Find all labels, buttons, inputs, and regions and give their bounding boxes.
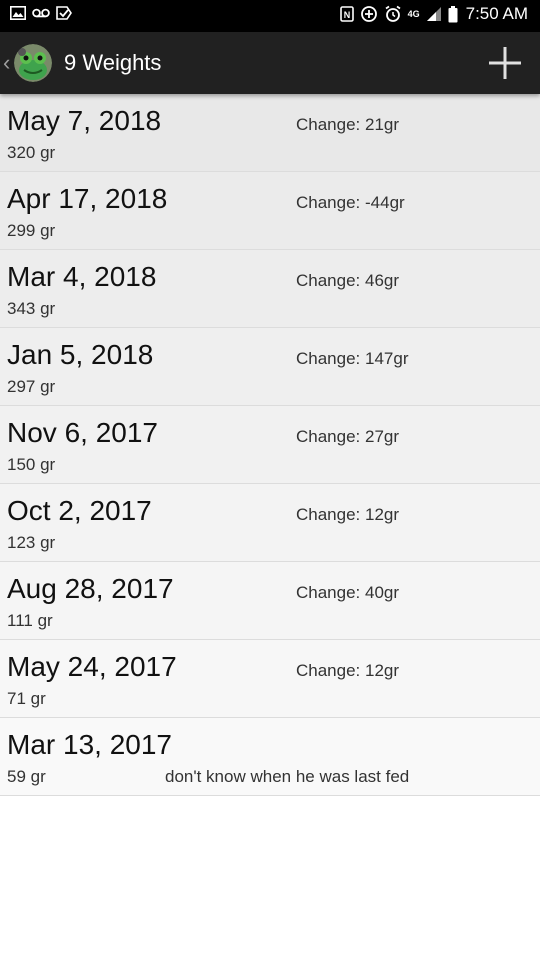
weight-change: Change: 12gr bbox=[296, 661, 400, 680]
status-bar: N 4G 7:50 AM bbox=[0, 0, 540, 32]
weight-value: 320 gr bbox=[7, 143, 56, 162]
svg-text:N: N bbox=[343, 10, 350, 20]
lte-icon: 4G bbox=[407, 8, 420, 19]
list-item[interactable]: Oct 2, 2017 123 gr Change: 12gr bbox=[0, 484, 540, 562]
weight-note: don't know when he was last fed bbox=[165, 767, 410, 786]
app-bar: ‹ 9 Weights bbox=[0, 32, 540, 94]
battery-icon bbox=[448, 5, 458, 23]
gallery-icon bbox=[10, 6, 26, 20]
page-title: 9 Weights bbox=[64, 50, 162, 75]
nfc-icon: N bbox=[339, 6, 354, 22]
weight-value: 59 gr bbox=[7, 767, 46, 786]
list-item[interactable]: May 24, 2017 71 gr Change: 12gr bbox=[0, 640, 540, 718]
weight-date: Mar 13, 2017 bbox=[7, 729, 172, 760]
list-item[interactable]: Apr 17, 2018 299 gr Change: -44gr bbox=[0, 172, 540, 250]
weight-change: Change: 147gr bbox=[296, 349, 409, 368]
list-item[interactable]: Mar 4, 2018 343 gr Change: 46gr bbox=[0, 250, 540, 328]
list-item[interactable]: Aug 28, 2017 111 gr Change: 40gr bbox=[0, 562, 540, 640]
list-item[interactable]: Jan 5, 2018 297 gr Change: 147gr bbox=[0, 328, 540, 406]
weights-list: May 7, 2018 320 gr Change: 21gr Apr 17, … bbox=[0, 94, 540, 796]
list-item[interactable]: May 7, 2018 320 gr Change: 21gr bbox=[0, 94, 540, 172]
weight-change: Change: 40gr bbox=[296, 583, 400, 602]
alarm-icon bbox=[384, 5, 402, 23]
data-saver-icon bbox=[360, 5, 378, 23]
weight-change: Change: 46gr bbox=[296, 271, 400, 290]
weight-value: 297 gr bbox=[7, 377, 56, 396]
weight-change: Change: 21gr bbox=[296, 115, 400, 134]
weight-value: 71 gr bbox=[7, 689, 46, 708]
list-item[interactable]: Nov 6, 2017 150 gr Change: 27gr bbox=[0, 406, 540, 484]
weight-change: Change: 12gr bbox=[296, 505, 400, 524]
chevron-left-icon: ‹ bbox=[3, 50, 11, 75]
weight-value: 150 gr bbox=[7, 455, 56, 474]
plus-icon bbox=[489, 47, 521, 79]
weight-value: 343 gr bbox=[7, 299, 56, 318]
check-icon bbox=[56, 6, 72, 20]
weight-change: Change: 27gr bbox=[296, 427, 400, 446]
weight-date: Mar 4, 2018 bbox=[7, 261, 157, 292]
status-left-icons bbox=[10, 6, 72, 20]
weight-date: Nov 6, 2017 bbox=[7, 417, 158, 448]
list-item[interactable]: Mar 13, 2017 59 gr don't know when he wa… bbox=[0, 718, 540, 796]
weight-date: Aug 28, 2017 bbox=[7, 573, 174, 604]
weight-value: 299 gr bbox=[7, 221, 56, 240]
signal-icon bbox=[426, 6, 442, 22]
weight-value: 123 gr bbox=[7, 533, 56, 552]
weight-date: Apr 17, 2018 bbox=[7, 183, 168, 214]
weight-date: Oct 2, 2017 bbox=[7, 495, 152, 526]
weight-value: 111 gr bbox=[7, 611, 53, 630]
weight-change: Change: -44gr bbox=[296, 193, 405, 212]
add-weight-button[interactable] bbox=[486, 44, 524, 82]
weight-date: Jan 5, 2018 bbox=[7, 339, 154, 370]
back-button[interactable]: ‹ bbox=[0, 32, 64, 94]
status-right-icons: N 4G 7:50 AM bbox=[339, 4, 528, 24]
frog-avatar-icon bbox=[14, 44, 53, 82]
weight-date: May 7, 2018 bbox=[7, 105, 162, 136]
weight-date: May 24, 2017 bbox=[7, 651, 177, 682]
voicemail-icon bbox=[32, 7, 50, 19]
status-time: 7:50 AM bbox=[465, 4, 528, 23]
